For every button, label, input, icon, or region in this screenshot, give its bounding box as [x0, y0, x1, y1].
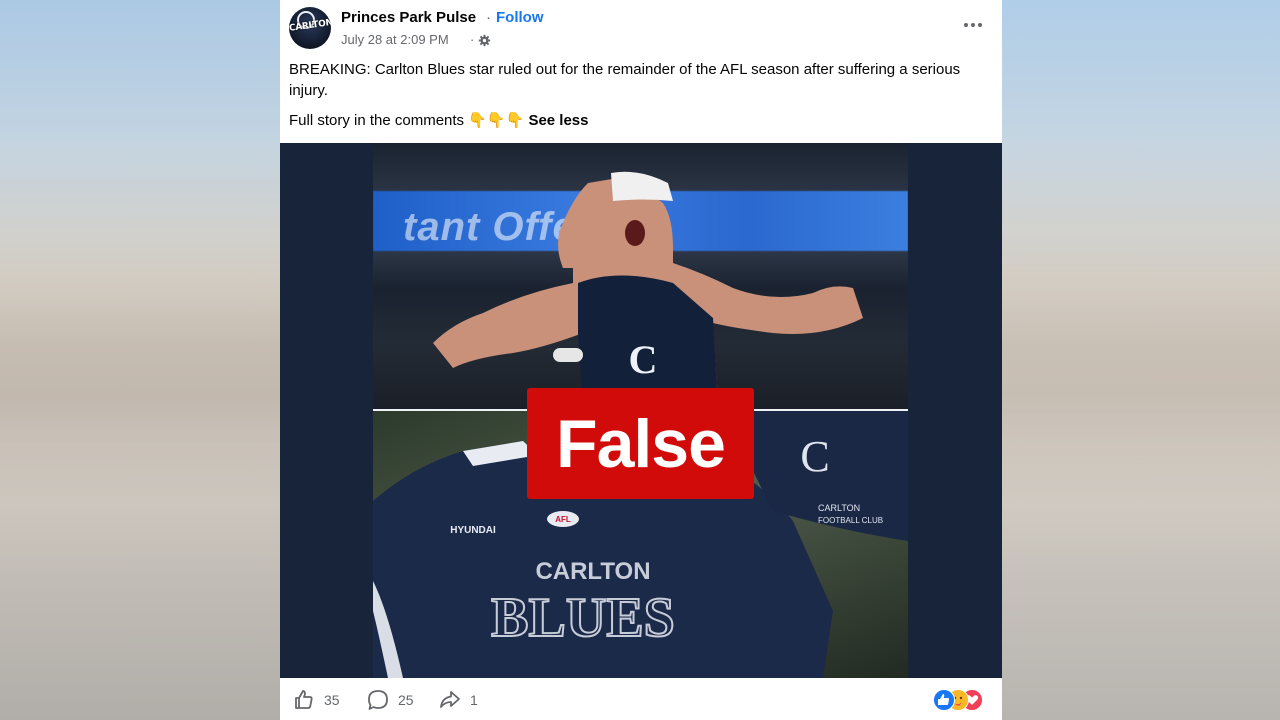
caption-text: Full story in the comments — [289, 112, 465, 129]
like-button[interactable]: 35 — [292, 688, 340, 712]
jersey-text-line2: BLUES — [491, 587, 675, 649]
comment-icon — [368, 690, 388, 710]
comment-count: 25 — [398, 692, 414, 708]
post-caption-line2: Full story in the comments 👇👇👇 See less — [289, 110, 589, 131]
post-media[interactable]: tant Offer C HYUNDAI CARLTON BLUES C CAR… — [280, 143, 1002, 678]
timestamp-separator: · — [470, 32, 475, 47]
like-count: 35 — [324, 692, 340, 708]
club-label-2: FOOTBALL CLUB — [818, 516, 883, 525]
jersey-text-line1: CARLTON — [535, 558, 650, 585]
player-figure: C — [433, 171, 863, 409]
false-label: False — [556, 405, 726, 482]
club-label-1: CARLTON — [818, 503, 860, 513]
facebook-post: CARLTON Princes Park Pulse · Follow July… — [280, 0, 1002, 720]
page-avatar[interactable]: CARLTON — [289, 7, 331, 49]
avatar-text: CARLTON — [289, 17, 331, 34]
svg-text:C: C — [629, 337, 658, 382]
page-name[interactable]: Princes Park Pulse — [341, 9, 476, 26]
svg-text:C: C — [800, 432, 829, 481]
follow-button[interactable]: Follow — [496, 9, 544, 26]
post-timestamp[interactable]: July 28 at 2:09 PM — [341, 32, 449, 47]
more-icon — [964, 23, 968, 27]
see-less-link[interactable]: See less — [528, 112, 588, 129]
svg-text:HYUNDAI: HYUNDAI — [450, 525, 496, 536]
like-icon — [295, 690, 313, 709]
more-options-button[interactable] — [960, 12, 986, 38]
like-reaction-icon — [933, 689, 955, 711]
share-count: 1 — [470, 692, 478, 708]
false-rating-badge: False — [527, 388, 754, 499]
header-separator: · — [486, 9, 491, 26]
post-actions-bar: 35 25 1 — [280, 680, 1002, 720]
comment-button[interactable]: 25 — [366, 688, 414, 712]
share-button[interactable]: 1 — [438, 688, 478, 712]
more-icon-dot — [971, 23, 975, 27]
gear-icon[interactable] — [478, 34, 491, 47]
share-icon — [440, 691, 460, 708]
more-icon-dot — [978, 23, 982, 27]
post-caption-line1: BREAKING: Carlton Blues star ruled out f… — [289, 61, 961, 99]
afl-badge: AFL — [555, 515, 571, 524]
player-celebration-image: tant Offer C — [373, 143, 908, 409]
background-right — [1002, 0, 1280, 720]
background-left — [0, 0, 280, 720]
pointing-down-emoji: 👇👇👇 — [468, 111, 525, 129]
reaction-summary[interactable] — [933, 689, 993, 711]
